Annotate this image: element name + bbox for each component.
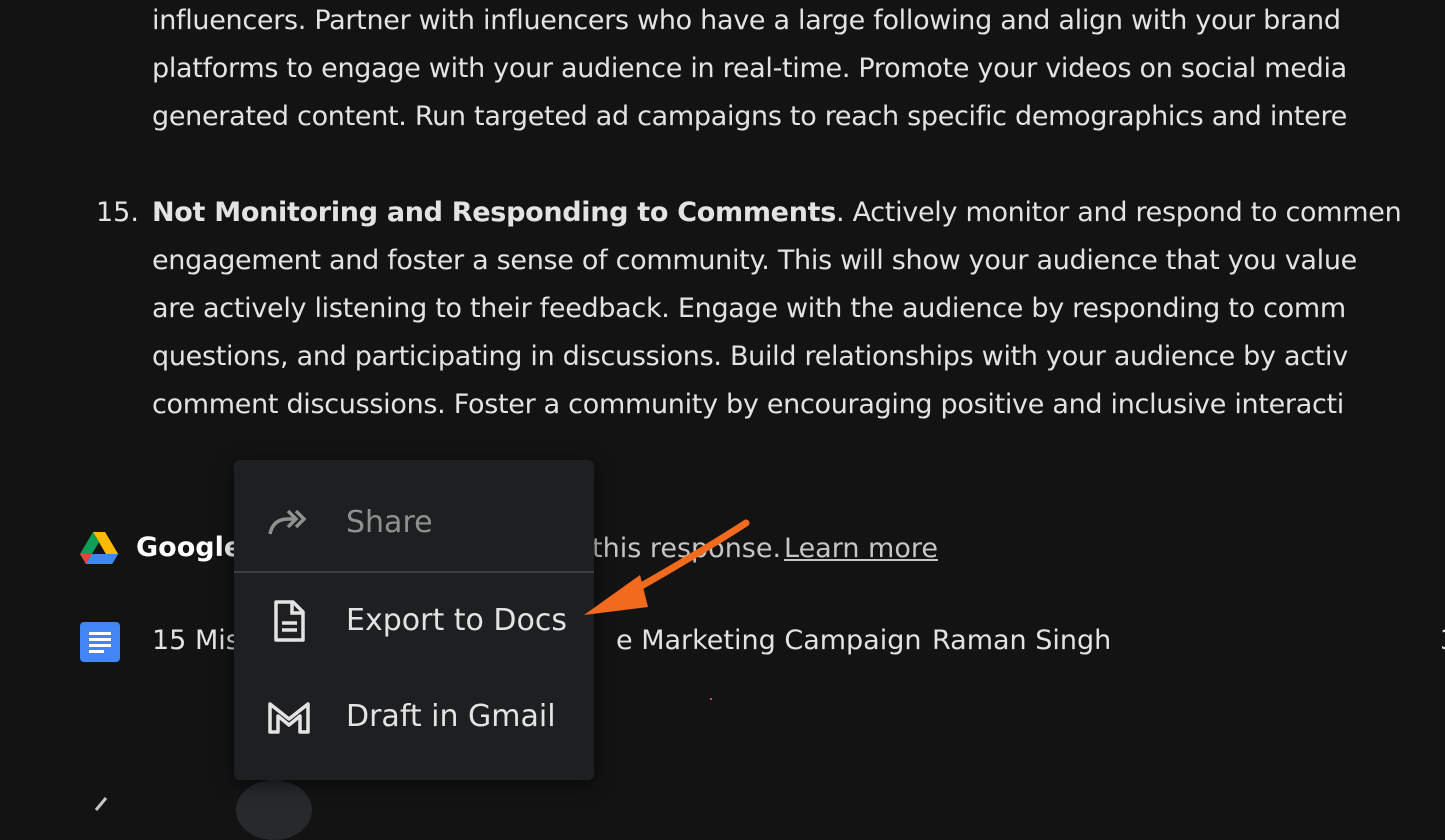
gmail-icon [268,702,310,734]
stray-mark [710,698,712,700]
response-line: engagement and foster a sense of communi… [152,245,1357,276]
docs-file-icon [274,600,305,642]
sources-row: Google [80,526,242,572]
response-line: influencers. Partner with influencers wh… [152,5,1341,36]
response-item-15: Not Monitoring and Responding to Comment… [152,189,1402,429]
menu-item-draft-in-gmail[interactable]: Draft in Gmail [234,672,594,762]
chevron-left-icon[interactable] [84,796,114,816]
response-line: are actively listening to their feedback… [152,293,1346,324]
menu-item-share[interactable]: Share [234,478,594,568]
learn-more-link[interactable]: Learn more [784,526,938,572]
document-meta: 3 [1440,618,1445,664]
share-export-menu: Share Export to Docs Draft in Gmail [234,460,594,780]
item-heading: Not Monitoring and Responding to Comment… [152,197,836,228]
document-title-end: e Marketing Campaign [616,625,922,656]
source-label: Google [136,532,243,563]
google-drive-icon [80,532,118,564]
google-docs-icon [80,622,120,662]
menu-divider [234,571,594,573]
menu-item-label: Draft in Gmail [346,699,556,734]
share-arrows-icon [268,509,307,535]
sources-text: this response. [592,533,782,564]
document-owner: Raman Singh [932,625,1112,656]
response-line: comment discussions. Foster a community … [152,389,1345,420]
response-line: generated content. Run targeted ad campa… [152,101,1348,132]
response-line: Not Monitoring and Responding to Comment… [152,189,1402,237]
menu-item-label: Export to Docs [346,603,567,638]
menu-item-export-to-docs[interactable]: Export to Docs [234,576,594,666]
response-line: platforms to engage with your audience i… [152,53,1347,84]
avatar-button[interactable] [236,780,312,840]
response-item-14: influencers. Partner with influencers wh… [152,0,1347,141]
list-number: 15. [96,197,139,228]
response-line: questions, and participating in discussi… [152,341,1348,372]
menu-item-label: Share [346,505,433,540]
item-text: . Actively monitor and respond to commen [836,197,1402,228]
